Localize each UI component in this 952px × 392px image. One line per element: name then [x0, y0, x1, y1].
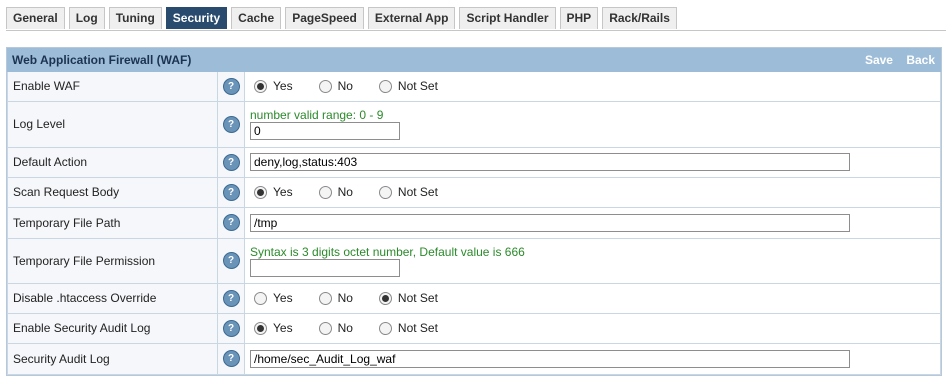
row-log-level: Log Level ? number valid range: 0 - 9	[7, 100, 941, 148]
tab-security[interactable]: Security	[165, 7, 228, 29]
log-level-input[interactable]	[250, 122, 400, 140]
panel-actions: Save Back	[855, 48, 935, 72]
scan-request-body-no[interactable]: No	[318, 185, 353, 199]
temp-file-permission-input[interactable]	[250, 258, 400, 277]
radio-label: Not Set	[397, 321, 438, 335]
enable-waf-no[interactable]: No	[318, 79, 353, 94]
tab-external-app[interactable]: External App	[367, 7, 456, 29]
htaccess-override-yes[interactable]: Yes	[254, 291, 293, 305]
security-audit-log-radio-group: Yes No Not Set	[250, 321, 940, 335]
row-label: Enable Security Audit Log	[7, 312, 218, 344]
row-label: Temporary File Permission	[7, 237, 218, 284]
htaccess-override-no[interactable]: No	[318, 291, 353, 305]
panel-header: Web Application Firewall (WAF) Save Back	[7, 48, 941, 72]
row-scan-request-body: Scan Request Body ? Yes No Not Set	[7, 176, 941, 208]
radio-label: No	[337, 79, 353, 94]
row-label: Disable .htaccess Override	[7, 282, 218, 314]
save-button[interactable]: Save	[865, 53, 893, 67]
security-audit-log-not-set[interactable]: Not Set	[378, 321, 438, 335]
waf-panel: Web Application Firewall (WAF) Save Back…	[6, 47, 942, 376]
help-icon[interactable]: ?	[222, 183, 240, 201]
help-icon[interactable]: ?	[222, 214, 240, 231]
row-security-audit-log: Security Audit Log ?	[7, 342, 941, 375]
radio-icon[interactable]	[254, 291, 267, 305]
help-icon[interactable]: ?	[222, 350, 240, 367]
tab-bar: General Log Tuning Security Cache PageSp…	[6, 7, 681, 30]
radio-icon[interactable]	[318, 291, 332, 305]
security-audit-log-input[interactable]	[250, 349, 850, 368]
row-enable-security-audit-log: Enable Security Audit Log ? Yes No Not S…	[7, 312, 941, 344]
radio-checked-icon[interactable]	[378, 291, 392, 305]
temp-file-permission-hint: Syntax is 3 digits octet number, Default…	[250, 244, 525, 259]
panel-title: Web Application Firewall (WAF)	[12, 53, 192, 67]
row-label: Temporary File Path	[7, 206, 218, 239]
row-label: Scan Request Body	[7, 176, 218, 208]
radio-label: Yes	[273, 185, 293, 199]
radio-label: Yes	[273, 291, 293, 305]
tab-script-handler[interactable]: Script Handler	[459, 7, 556, 29]
radio-label: No	[337, 291, 353, 305]
radio-label: Not Set	[397, 185, 438, 199]
scan-request-body-not-set[interactable]: Not Set	[378, 185, 438, 199]
radio-icon[interactable]	[378, 321, 392, 335]
radio-icon[interactable]	[318, 185, 332, 199]
row-label: Security Audit Log	[7, 342, 218, 375]
temp-file-path-input[interactable]	[250, 213, 850, 232]
radio-label: Not Set	[397, 79, 438, 94]
radio-icon[interactable]	[318, 321, 332, 335]
enable-waf-not-set[interactable]: Not Set	[378, 79, 438, 94]
row-temp-file-path: Temporary File Path ?	[7, 206, 941, 239]
tab-general[interactable]: General	[6, 7, 65, 29]
help-icon[interactable]: ?	[222, 115, 240, 133]
security-audit-log-no[interactable]: No	[318, 321, 353, 335]
log-level-hint: number valid range: 0 - 9	[250, 108, 384, 122]
default-action-input[interactable]	[250, 153, 850, 171]
row-enable-waf: Enable WAF ? Yes No Not Set	[7, 72, 941, 102]
back-button[interactable]: Back	[906, 53, 935, 67]
radio-checked-icon[interactable]	[254, 321, 267, 335]
tab-php[interactable]: PHP	[559, 7, 599, 29]
radio-icon[interactable]	[318, 79, 332, 93]
radio-icon[interactable]	[378, 79, 392, 93]
tab-rack-rails[interactable]: Rack/Rails	[602, 7, 677, 29]
help-icon[interactable]: ?	[222, 153, 240, 171]
radio-label: No	[337, 321, 353, 335]
help-icon[interactable]: ?	[222, 77, 240, 95]
help-icon[interactable]: ?	[222, 289, 240, 307]
row-temp-file-permission: Temporary File Permission ? Syntax is 3 …	[7, 237, 941, 284]
enable-waf-radio-group: Yes No Not Set	[250, 79, 940, 93]
radio-checked-icon[interactable]	[254, 185, 267, 199]
radio-label: No	[337, 185, 353, 199]
enable-waf-yes[interactable]: Yes	[254, 79, 293, 93]
tab-pagespeed[interactable]: PageSpeed	[285, 7, 364, 29]
security-audit-log-yes[interactable]: Yes	[254, 321, 293, 335]
htaccess-override-not-set[interactable]: Not Set	[378, 291, 438, 305]
radio-label: Not Set	[397, 291, 438, 305]
tab-cache[interactable]: Cache	[231, 7, 282, 29]
tab-log[interactable]: Log	[68, 7, 105, 29]
scan-request-body-radio-group: Yes No Not Set	[250, 185, 940, 199]
row-disable-htaccess-override: Disable .htaccess Override ? Yes No Not …	[7, 282, 941, 314]
row-label: Enable WAF	[7, 72, 218, 102]
help-icon[interactable]: ?	[222, 319, 240, 337]
help-icon[interactable]: ?	[222, 252, 240, 269]
row-default-action: Default Action ?	[7, 146, 941, 178]
radio-label: Yes	[273, 321, 293, 335]
radio-icon[interactable]	[378, 185, 392, 199]
row-label: Log Level	[7, 100, 218, 148]
htaccess-override-radio-group: Yes No Not Set	[250, 291, 940, 305]
tab-tuning[interactable]: Tuning	[108, 7, 162, 29]
radio-checked-icon[interactable]	[254, 79, 267, 93]
tab-divider	[6, 30, 946, 31]
radio-label: Yes	[273, 79, 293, 94]
scan-request-body-yes[interactable]: Yes	[254, 185, 293, 199]
row-label: Default Action	[7, 146, 218, 178]
settings-table: Enable WAF ? Yes No Not Set Log Level ? …	[7, 72, 941, 375]
